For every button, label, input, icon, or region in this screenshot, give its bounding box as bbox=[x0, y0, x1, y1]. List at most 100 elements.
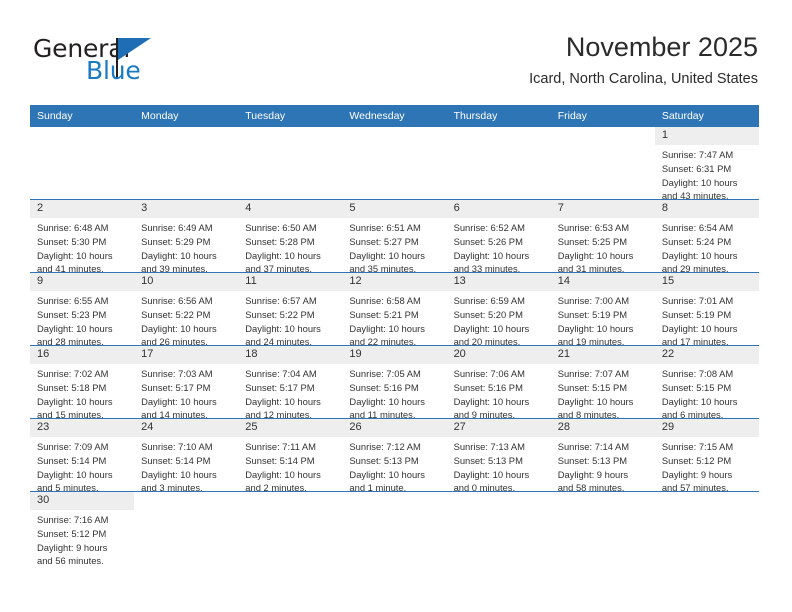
daylight-text-line1: Daylight: 10 hours bbox=[349, 395, 425, 407]
sunrise-text: Sunrise: 7:00 AM bbox=[557, 295, 630, 306]
sunrise-text: Sunrise: 7:06 AM bbox=[453, 368, 525, 379]
day-cell-content: 21 Sunrise: 7:07 AM Sunset: 5:15 PM Dayligh… bbox=[550, 346, 655, 419]
day-number: 20 bbox=[446, 346, 551, 364]
daylight-text-line2: and 58 minutes. bbox=[557, 482, 625, 492]
day-sun-info: Sunrise: 7:13 AM Sunset: 5:13 PM Daylight:… bbox=[447, 437, 551, 492]
calendar-day-cell[interactable]: 4 Sunrise: 6:50 AM Sunset: 5:28 PM Daylight… bbox=[238, 199, 343, 273]
calendar-day-cell bbox=[342, 491, 447, 564]
calendar-day-cell[interactable]: 19 Sunrise: 7:05 AM Sunset: 5:16 PM Dayligh… bbox=[342, 345, 447, 419]
day-sun-info: Sunrise: 6:56 AM Sunset: 5:22 PM Daylight:… bbox=[134, 291, 238, 346]
calendar-week-row: 16 Sunrise: 7:02 AM Sunset: 5:18 PM Dayligh… bbox=[30, 345, 759, 419]
daylight-text-line2: and 33 minutes. bbox=[453, 263, 521, 273]
sunrise-text: Sunrise: 6:50 AM bbox=[245, 222, 317, 233]
sunrise-text: Sunrise: 6:54 AM bbox=[661, 222, 734, 233]
calendar-day-cell[interactable]: 29 Sunrise: 7:15 AM Sunset: 5:12 PM Dayligh… bbox=[654, 418, 759, 492]
calendar-day-cell[interactable]: 11 Sunrise: 6:57 AM Sunset: 5:22 PM Dayligh… bbox=[238, 272, 343, 346]
daylight-text-line1: Daylight: 10 hours bbox=[557, 249, 634, 261]
sunrise-text: Sunrise: 6:58 AM bbox=[349, 295, 421, 306]
calendar-day-cell[interactable]: 24 Sunrise: 7:10 AM Sunset: 5:14 PM Dayligh… bbox=[134, 418, 239, 492]
calendar-day-cell[interactable]: 26 Sunrise: 7:12 AM Sunset: 5:13 PM Dayligh… bbox=[342, 418, 447, 492]
day-sun-info: Sunrise: 6:53 AM Sunset: 5:25 PM Daylight:… bbox=[551, 218, 655, 273]
title-block: November 2025 Icard, North Carolina, Uni… bbox=[529, 32, 758, 88]
daylight-text-line2: and 26 minutes. bbox=[141, 336, 208, 346]
day-cell-content: 3 Sunrise: 6:49 AM Sunset: 5:29 PM Daylight… bbox=[134, 200, 239, 273]
calendar-day-cell[interactable]: 30 Sunrise: 7:16 AM Sunset: 5:12 PM Dayligh… bbox=[30, 491, 135, 564]
calendar-week-row: 30 Sunrise: 7:16 AM Sunset: 5:12 PM Dayligh… bbox=[30, 491, 759, 564]
daylight-text-line2: and 56 minutes. bbox=[37, 555, 104, 564]
day-sun-info: Sunrise: 7:14 AM Sunset: 5:13 PM Daylight:… bbox=[551, 437, 655, 492]
day-cell-content: 16 Sunrise: 7:02 AM Sunset: 5:18 PM Dayligh… bbox=[30, 346, 135, 419]
calendar-day-cell[interactable]: 8 Sunrise: 6:54 AM Sunset: 5:24 PM Daylight… bbox=[654, 199, 759, 273]
calendar-day-cell[interactable]: 3 Sunrise: 6:49 AM Sunset: 5:29 PM Daylight… bbox=[134, 199, 239, 273]
calendar-day-cell[interactable]: 15 Sunrise: 7:01 AM Sunset: 5:19 PM Dayligh… bbox=[654, 272, 759, 346]
daylight-text-line2: and 2 minutes. bbox=[245, 482, 307, 492]
calendar-day-cell[interactable]: 27 Sunrise: 7:13 AM Sunset: 5:13 PM Dayligh… bbox=[446, 418, 551, 492]
calendar-day-cell[interactable]: 22 Sunrise: 7:08 AM Sunset: 5:15 PM Dayligh… bbox=[654, 345, 759, 419]
calendar-day-cell[interactable]: 17 Sunrise: 7:03 AM Sunset: 5:17 PM Dayligh… bbox=[134, 345, 239, 419]
day-sun-info: Sunrise: 6:49 AM Sunset: 5:29 PM Daylight:… bbox=[134, 218, 238, 273]
daylight-text-line1: Daylight: 10 hours bbox=[349, 249, 425, 261]
calendar-week-row: 9 Sunrise: 6:55 AM Sunset: 5:23 PM Daylight… bbox=[30, 272, 759, 346]
sunrise-text: Sunrise: 7:10 AM bbox=[141, 441, 213, 452]
daylight-text-line2: and 43 minutes. bbox=[661, 190, 729, 200]
calendar-day-cell[interactable]: 21 Sunrise: 7:07 AM Sunset: 5:15 PM Dayligh… bbox=[550, 345, 655, 419]
weekday-header-friday: Friday bbox=[550, 105, 655, 127]
calendar-day-cell[interactable]: 1 Sunrise: 7:47 AM Sunset: 6:31 PM Daylight… bbox=[654, 127, 759, 200]
day-sun-info: Sunrise: 6:48 AM Sunset: 5:30 PM Daylight:… bbox=[30, 218, 134, 273]
sunset-text: Sunset: 5:22 PM bbox=[245, 308, 315, 320]
calendar-day-cell[interactable]: 5 Sunrise: 6:51 AM Sunset: 5:27 PM Daylight… bbox=[342, 199, 447, 273]
calendar-day-cell[interactable]: 14 Sunrise: 7:00 AM Sunset: 5:19 PM Dayligh… bbox=[550, 272, 655, 346]
calendar-day-cell bbox=[446, 127, 551, 200]
daylight-text-line1: Daylight: 10 hours bbox=[245, 395, 321, 407]
calendar-day-cell bbox=[654, 491, 759, 564]
calendar-day-cell[interactable]: 2 Sunrise: 6:48 AM Sunset: 5:30 PM Daylight… bbox=[30, 199, 135, 273]
calendar-day-cell[interactable]: 12 Sunrise: 6:58 AM Sunset: 5:21 PM Dayligh… bbox=[342, 272, 447, 346]
calendar-day-cell[interactable]: 16 Sunrise: 7:02 AM Sunset: 5:18 PM Dayligh… bbox=[30, 345, 135, 419]
weekday-header-thursday: Thursday bbox=[446, 105, 551, 127]
calendar-day-cell[interactable]: 25 Sunrise: 7:11 AM Sunset: 5:14 PM Dayligh… bbox=[238, 418, 343, 492]
daylight-text-line2: and 28 minutes. bbox=[37, 336, 104, 346]
calendar-day-cell bbox=[550, 127, 655, 200]
calendar-day-cell[interactable]: 13 Sunrise: 6:59 AM Sunset: 5:20 PM Dayligh… bbox=[446, 272, 551, 346]
daylight-text-line1: Daylight: 9 hours bbox=[37, 541, 108, 553]
day-number: 28 bbox=[550, 419, 655, 437]
calendar-day-cell[interactable]: 10 Sunrise: 6:56 AM Sunset: 5:22 PM Dayligh… bbox=[134, 272, 239, 346]
sunset-text: Sunset: 5:18 PM bbox=[37, 381, 107, 393]
daylight-text-line1: Daylight: 10 hours bbox=[661, 176, 738, 188]
day-cell-content: 1 Sunrise: 7:47 AM Sunset: 6:31 PM Daylight… bbox=[654, 127, 759, 200]
calendar-day-cell bbox=[30, 127, 135, 200]
sunset-text: Sunset: 5:19 PM bbox=[661, 308, 732, 320]
calendar-day-cell[interactable]: 28 Sunrise: 7:14 AM Sunset: 5:13 PM Dayligh… bbox=[550, 418, 655, 492]
day-sun-info: Sunrise: 7:05 AM Sunset: 5:16 PM Daylight:… bbox=[342, 364, 446, 419]
day-number bbox=[134, 492, 238, 510]
day-cell-content: 13 Sunrise: 6:59 AM Sunset: 5:20 PM Dayligh… bbox=[446, 273, 551, 346]
calendar-day-cell[interactable]: 20 Sunrise: 7:06 AM Sunset: 5:16 PM Dayligh… bbox=[446, 345, 551, 419]
day-number: 5 bbox=[342, 200, 447, 218]
day-cell-content: 19 Sunrise: 7:05 AM Sunset: 5:16 PM Dayligh… bbox=[342, 346, 447, 419]
calendar-header-row: Sunday Monday Tuesday Wednesday Thursday… bbox=[30, 105, 759, 127]
day-cell-content bbox=[551, 127, 655, 199]
calendar-day-cell[interactable]: 23 Sunrise: 7:09 AM Sunset: 5:14 PM Dayligh… bbox=[30, 418, 135, 492]
calendar-day-cell[interactable]: 7 Sunrise: 6:53 AM Sunset: 5:25 PM Daylight… bbox=[550, 199, 655, 273]
day-cell-content: 14 Sunrise: 7:00 AM Sunset: 5:19 PM Dayligh… bbox=[550, 273, 655, 346]
calendar-day-cell[interactable]: 18 Sunrise: 7:04 AM Sunset: 5:17 PM Dayligh… bbox=[238, 345, 343, 419]
sunrise-text: Sunrise: 7:16 AM bbox=[37, 514, 109, 525]
sunset-text: Sunset: 5:15 PM bbox=[661, 381, 732, 393]
daylight-text-line2: and 22 minutes. bbox=[349, 336, 417, 346]
daylight-text-line1: Daylight: 10 hours bbox=[245, 249, 321, 261]
day-sun-info: Sunrise: 6:51 AM Sunset: 5:27 PM Daylight:… bbox=[342, 218, 446, 273]
day-cell-content bbox=[134, 492, 238, 564]
day-cell-content: 4 Sunrise: 6:50 AM Sunset: 5:28 PM Daylight… bbox=[238, 200, 343, 273]
daylight-text-line1: Daylight: 10 hours bbox=[141, 249, 217, 261]
daylight-text-line2: and 9 minutes. bbox=[453, 409, 516, 419]
calendar-week-row: 1 Sunrise: 7:47 AM Sunset: 6:31 PM Daylight… bbox=[30, 127, 759, 200]
calendar-day-cell[interactable]: 9 Sunrise: 6:55 AM Sunset: 5:23 PM Daylight… bbox=[30, 272, 135, 346]
day-cell-content: 30 Sunrise: 7:16 AM Sunset: 5:12 PM Dayligh… bbox=[30, 492, 135, 564]
daylight-text-line1: Daylight: 10 hours bbox=[37, 322, 113, 334]
calendar-day-cell[interactable]: 6 Sunrise: 6:52 AM Sunset: 5:26 PM Daylight… bbox=[446, 199, 551, 273]
sunrise-text: Sunrise: 6:53 AM bbox=[557, 222, 630, 233]
weekday-header-saturday: Saturday bbox=[654, 105, 759, 127]
day-cell-content bbox=[238, 127, 342, 199]
sunrise-text: Sunrise: 7:15 AM bbox=[661, 441, 734, 452]
sunrise-text: Sunrise: 7:09 AM bbox=[37, 441, 109, 452]
